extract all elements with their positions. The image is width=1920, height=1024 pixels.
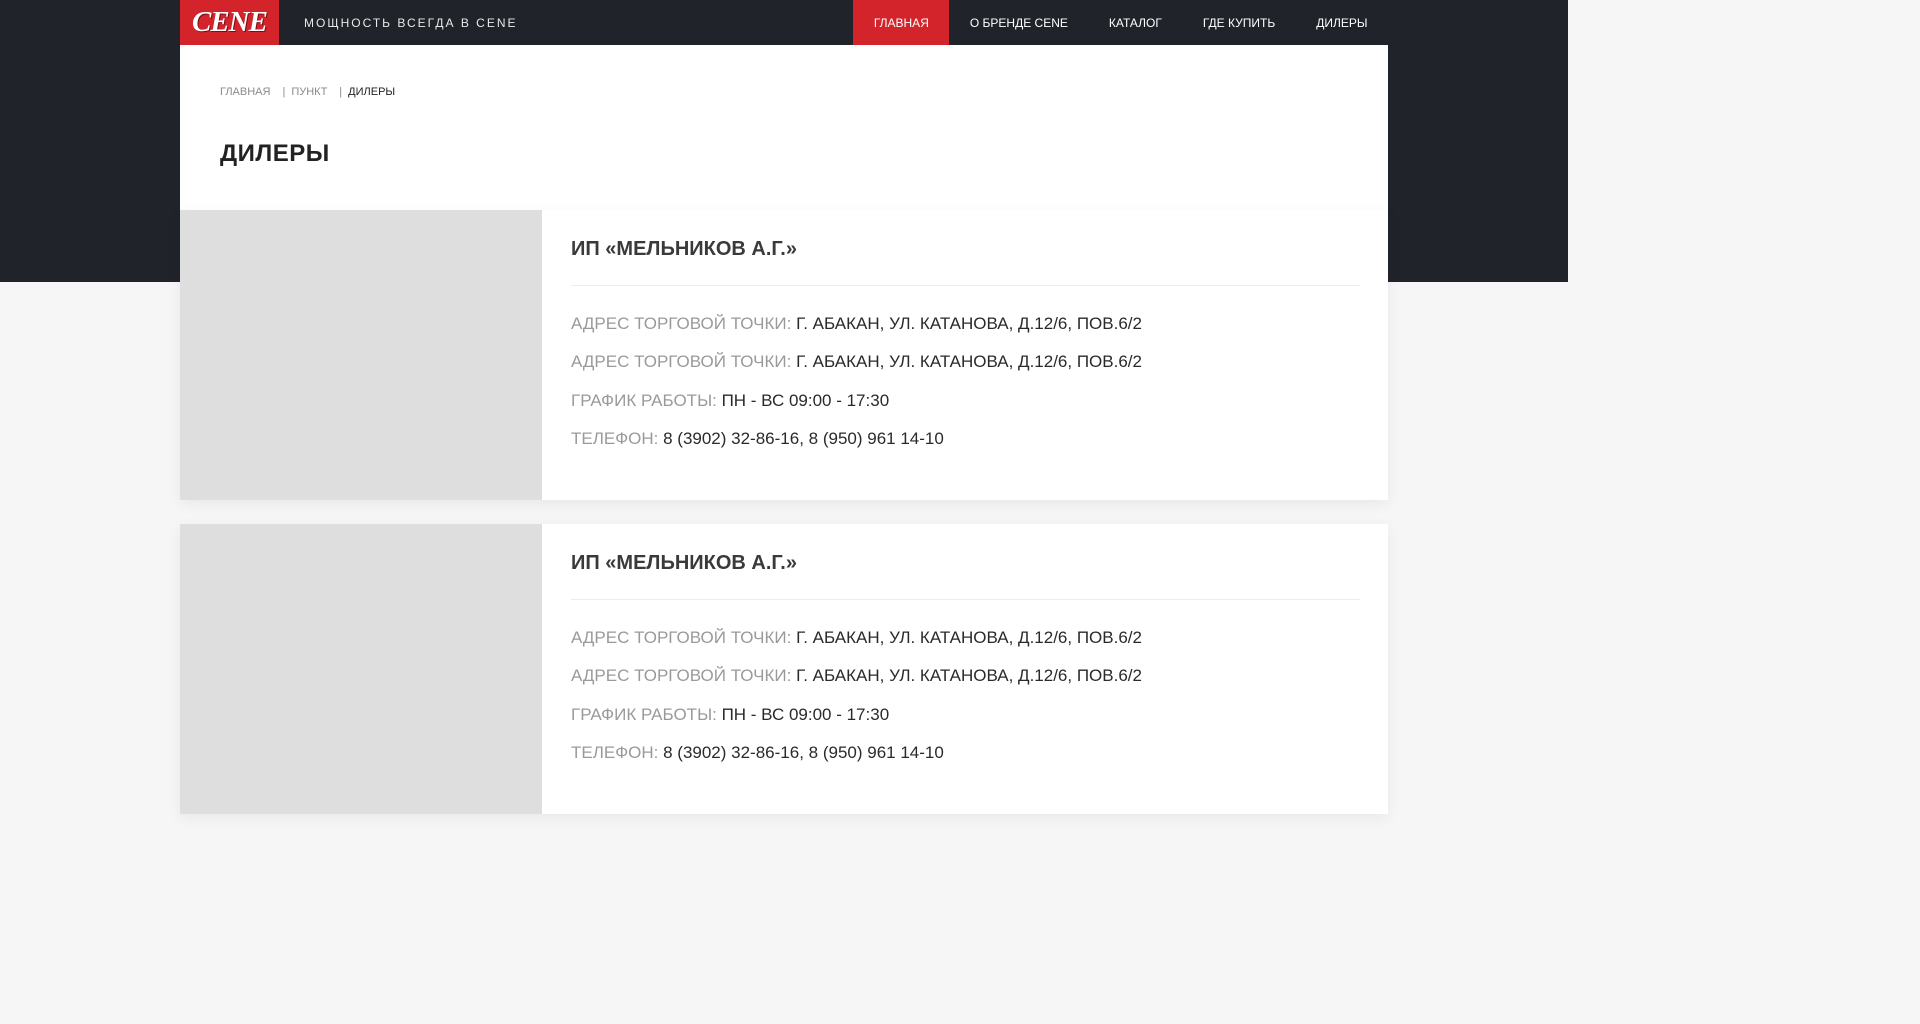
dealer-phone-row: ТЕЛЕФОН: 8 (3902) 32-86-16, 8 (950) 961 … <box>571 428 1360 449</box>
dealer-details: АДРЕС ТОРГОВОЙ ТОЧКИ: Г. АБАКАН, УЛ. КАТ… <box>571 600 1360 763</box>
dealer-address-row: АДРЕС ТОРГОВОЙ ТОЧКИ: Г. АБАКАН, УЛ. КАТ… <box>571 665 1360 686</box>
address-label: АДРЕС ТОРГОВОЙ ТОЧКИ: <box>571 352 792 372</box>
phone-value[interactable]: 8 (3902) 32-86-16, 8 (950) 961 14-10 <box>663 429 944 448</box>
hours-label: ГРАФИК РАБОТЫ: <box>571 704 717 724</box>
site-tagline: МОЩНОСТЬ ВСЕГДА В CENE <box>304 15 518 30</box>
hours-label: ГРАФИК РАБОТЫ: <box>571 390 717 410</box>
breadcrumb-separator: | <box>282 86 286 98</box>
dealer-phone-row: ТЕЛЕФОН: 8 (3902) 32-86-16, 8 (950) 961 … <box>571 742 1360 763</box>
dealer-details: АДРЕС ТОРГОВОЙ ТОЧКИ: Г. АБАКАН, УЛ. КАТ… <box>571 286 1360 449</box>
page-header-panel: ГЛАВНАЯ | ПУНКТ | ДИЛЕРЫ ДИЛЕРЫ <box>180 45 1388 210</box>
address-label: АДРЕС ТОРГОВОЙ ТОЧКИ: <box>571 314 792 333</box>
top-navigation-bar: CENE МОЩНОСТЬ ВСЕГДА В CENE ГЛАВНАЯ О БР… <box>180 0 1388 45</box>
dealer-name: ИП «МЕЛЬНИКОВ А.Г.» <box>571 524 1360 600</box>
dealer-card: ИП «МЕЛЬНИКОВ А.Г.» АДРЕС ТОРГОВОЙ ТОЧКИ… <box>180 210 1388 500</box>
dealer-info: ИП «МЕЛЬНИКОВ А.Г.» АДРЕС ТОРГОВОЙ ТОЧКИ… <box>542 524 1388 814</box>
phone-value[interactable]: 8 (3902) 32-86-16, 8 (950) 961 14-10 <box>663 743 944 762</box>
dealer-image-placeholder <box>180 210 542 500</box>
cene-logo[interactable]: CENE <box>180 0 279 45</box>
main-menu: ГЛАВНАЯ О БРЕНДЕ CENE КАТАЛОГ ГДЕ КУПИТЬ… <box>853 0 1388 45</box>
hours-value: ПН - ВС 09:00 - 17:30 <box>721 704 890 724</box>
phone-label: ТЕЛЕФОН: <box>571 428 659 448</box>
dealer-address-row: АДРЕС ТОРГОВОЙ ТОЧКИ: Г. АБАКАН, УЛ. КАТ… <box>571 351 1360 372</box>
address-value: Г. АБАКАН, УЛ. КАТАНОВА, Д.12/6, ПОВ.6/2 <box>796 628 1142 647</box>
page-title: ДИЛЕРЫ <box>220 140 330 167</box>
menu-item-catalog[interactable]: КАТАЛОГ <box>1088 0 1182 45</box>
breadcrumb-separator: | <box>339 86 343 98</box>
dealer-address-row: АДРЕС ТОРГОВОЙ ТОЧКИ: Г. АБАКАН, УЛ. КАТ… <box>571 313 1360 334</box>
dealer-hours-row: ГРАФИК РАБОТЫ: ПН - ВС 09:00 - 17:30 <box>571 390 1360 411</box>
menu-item-about-brand[interactable]: О БРЕНДЕ CENE <box>949 0 1088 45</box>
menu-item-home[interactable]: ГЛАВНАЯ <box>853 0 950 45</box>
address-value: Г. АБАКАН, УЛ. КАТАНОВА, Д.12/6, ПОВ.6/2 <box>796 666 1142 686</box>
address-value: Г. АБАКАН, УЛ. КАТАНОВА, Д.12/6, ПОВ.6/2 <box>796 352 1142 372</box>
dealer-image-placeholder <box>180 524 542 814</box>
dealer-card: ИП «МЕЛЬНИКОВ А.Г.» АДРЕС ТОРГОВОЙ ТОЧКИ… <box>180 524 1388 814</box>
dealer-hours-row: ГРАФИК РАБОТЫ: ПН - ВС 09:00 - 17:30 <box>571 704 1360 725</box>
breadcrumb-current: ДИЛЕРЫ <box>348 86 396 98</box>
dealer-address-row: АДРЕС ТОРГОВОЙ ТОЧКИ: Г. АБАКАН, УЛ. КАТ… <box>571 627 1360 648</box>
address-label: АДРЕС ТОРГОВОЙ ТОЧКИ: <box>571 666 792 686</box>
dealer-name: ИП «МЕЛЬНИКОВ А.Г.» <box>571 210 1360 286</box>
breadcrumb-home[interactable]: ГЛАВНАЯ <box>220 86 270 98</box>
breadcrumb-point[interactable]: ПУНКТ <box>291 86 327 98</box>
hours-value: ПН - ВС 09:00 - 17:30 <box>721 390 890 410</box>
breadcrumb: ГЛАВНАЯ | ПУНКТ | ДИЛЕРЫ <box>220 86 395 98</box>
address-value: Г. АБАКАН, УЛ. КАТАНОВА, Д.12/6, ПОВ.6/2 <box>796 314 1142 333</box>
address-label: АДРЕС ТОРГОВОЙ ТОЧКИ: <box>571 628 792 647</box>
menu-item-dealers[interactable]: ДИЛЕРЫ <box>1296 0 1388 45</box>
menu-item-where-to-buy[interactable]: ГДЕ КУПИТЬ <box>1182 0 1295 45</box>
dealer-info: ИП «МЕЛЬНИКОВ А.Г.» АДРЕС ТОРГОВОЙ ТОЧКИ… <box>542 210 1388 500</box>
logo-text: CENE <box>192 6 268 38</box>
phone-label: ТЕЛЕФОН: <box>571 742 659 762</box>
